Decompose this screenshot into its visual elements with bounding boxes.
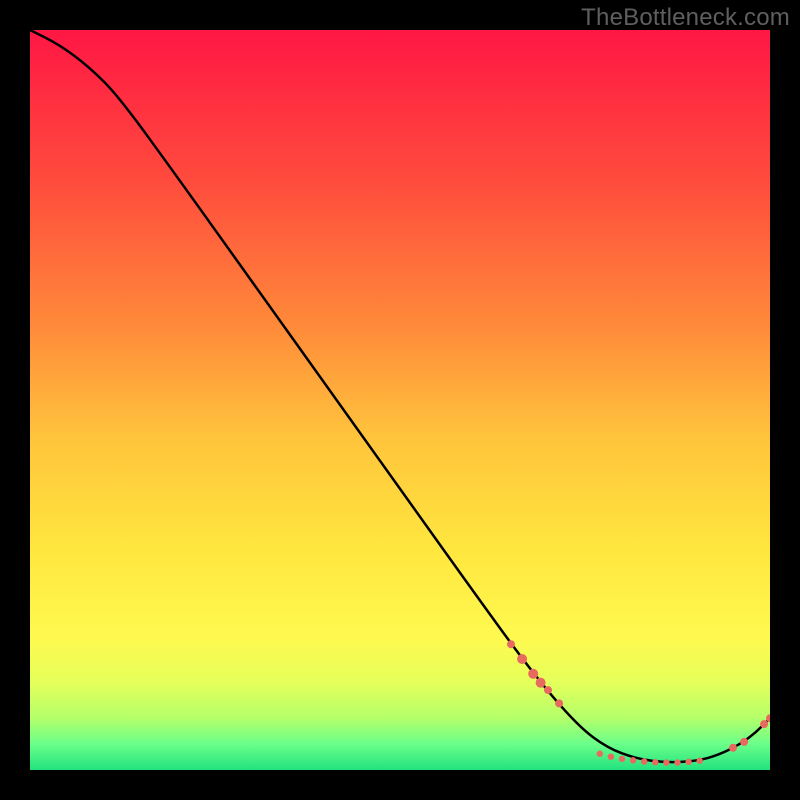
- highlight-dot: [555, 699, 563, 707]
- highlight-dot: [507, 640, 515, 648]
- highlight-dot: [652, 759, 658, 765]
- watermark-text: TheBottleneck.com: [581, 4, 790, 32]
- highlight-dot: [528, 669, 538, 679]
- highlight-dot: [597, 751, 603, 757]
- highlight-dot: [608, 753, 614, 759]
- plot-area: [30, 30, 770, 770]
- highlight-dot: [685, 759, 691, 765]
- highlight-dot: [619, 756, 625, 762]
- highlight-dot: [544, 686, 552, 694]
- chart-frame: TheBottleneck.com: [0, 0, 800, 800]
- highlight-dot: [517, 654, 527, 664]
- gradient-background: [30, 30, 770, 770]
- chart-svg: [30, 30, 770, 770]
- highlight-dot: [641, 758, 647, 764]
- highlight-dot: [663, 759, 669, 765]
- highlight-dot: [729, 744, 737, 752]
- highlight-dot: [674, 759, 680, 765]
- highlight-dot: [630, 757, 636, 763]
- highlight-dot: [760, 720, 768, 728]
- highlight-dot: [536, 678, 546, 688]
- highlight-dot: [740, 738, 748, 746]
- highlight-dot: [697, 758, 703, 764]
